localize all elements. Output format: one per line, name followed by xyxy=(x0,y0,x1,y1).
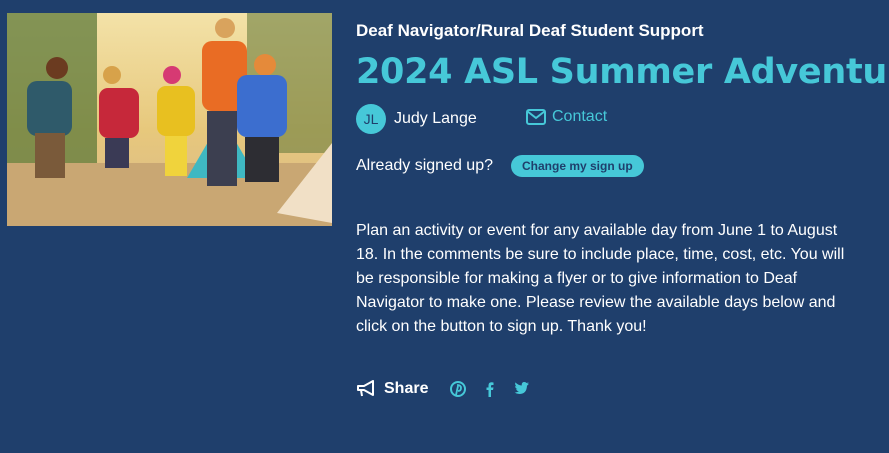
share-label: Share xyxy=(384,380,429,397)
event-description: Plan an activity or event for any availa… xyxy=(356,222,845,335)
share-bar: Share xyxy=(356,380,546,398)
avatar: JL xyxy=(356,104,386,134)
contact-link[interactable]: Contact xyxy=(526,108,607,126)
event-title: 2024 ASL Summer Adventure xyxy=(356,52,889,92)
event-hero-image xyxy=(7,13,332,226)
envelope-icon xyxy=(526,109,546,125)
facebook-icon[interactable] xyxy=(482,381,498,397)
author-name: Judy Lange xyxy=(394,110,477,127)
organization-name: Deaf Navigator/Rural Deaf Student Suppor… xyxy=(356,21,704,40)
change-signup-button[interactable]: Change my sign up xyxy=(510,155,644,177)
megaphone-icon xyxy=(357,380,374,397)
signup-status: Already signed up? Change my sign up xyxy=(356,155,644,177)
contact-label: Contact xyxy=(552,108,608,125)
twitter-icon[interactable] xyxy=(514,381,530,397)
author: JL Judy Lange xyxy=(356,104,477,134)
signup-prompt: Already signed up? xyxy=(356,157,493,174)
pinterest-icon[interactable] xyxy=(450,381,467,397)
